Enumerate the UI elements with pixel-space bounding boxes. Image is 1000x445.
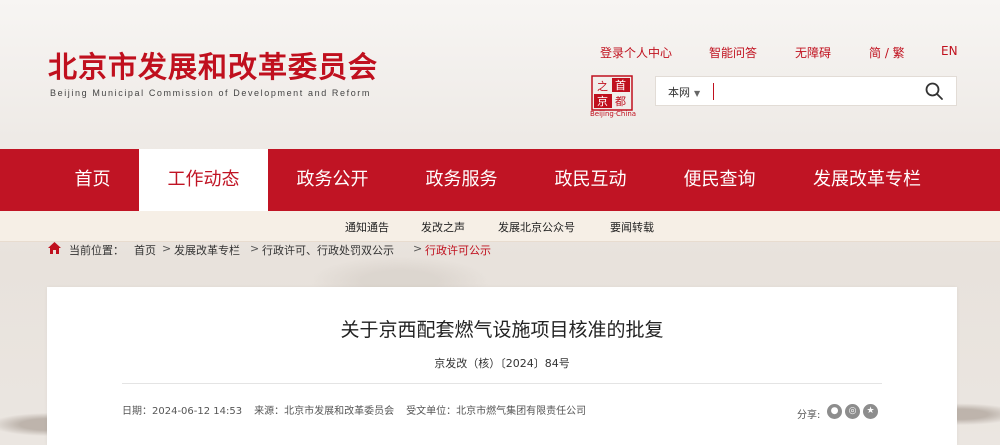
svg-text:京: 京 xyxy=(597,94,608,108)
login-link[interactable]: 登录个人中心 xyxy=(600,44,672,61)
breadcrumb-prefix: 当前位置： xyxy=(69,244,124,257)
search-scope-label: 本网 xyxy=(668,86,690,99)
weibo-share-icon[interactable]: ◎ xyxy=(845,404,860,419)
article-title: 关于京西配套燃气设施项目核准的批复 xyxy=(340,319,664,341)
breadcrumb-separator: > xyxy=(162,242,172,255)
breadcrumb-home[interactable]: 首页 xyxy=(134,242,156,258)
nav-public-query[interactable]: 便民查询 xyxy=(655,149,784,211)
site-title[interactable]: 北京市发展和改革委员会 xyxy=(48,44,378,86)
accessibility-link[interactable]: 无障碍 xyxy=(795,44,831,61)
article-date: 日期：2024-06-12 14:53 xyxy=(122,406,243,417)
simplified-traditional-link[interactable]: 简 / 繁 xyxy=(869,44,905,61)
share-label: 分享: xyxy=(797,410,821,421)
sub-nav: 通知通告 发改之声 发展北京公众号 要闻转载 xyxy=(0,211,1000,242)
nav-reform-column[interactable]: 发展改革专栏 xyxy=(784,149,950,211)
subnav-wechat-account[interactable]: 发展北京公众号 xyxy=(498,219,575,235)
main-nav: 首页 工作动态 政务公开 政务服务 政民互动 便民查询 发展改革专栏 xyxy=(0,149,1000,211)
breadcrumb-separator: > xyxy=(250,242,260,255)
search-scope-dropdown[interactable]: 本网 ▼ xyxy=(668,84,700,100)
search-icon[interactable] xyxy=(924,81,944,101)
nav-gov-services[interactable]: 政务服务 xyxy=(397,149,526,211)
english-link[interactable]: EN xyxy=(941,44,958,58)
smart-qa-link[interactable]: 智能问答 xyxy=(709,44,757,61)
breadcrumb-current[interactable]: 行政许可公示 xyxy=(425,242,491,258)
seal-caption: Beijing·China xyxy=(590,110,637,118)
svg-text:之: 之 xyxy=(597,79,608,93)
subnav-voice[interactable]: 发改之声 xyxy=(421,219,465,235)
subnav-notices[interactable]: 通知通告 xyxy=(345,219,389,235)
subnav-news-repost[interactable]: 要闻转载 xyxy=(610,219,654,235)
svg-text:都: 都 xyxy=(615,95,626,108)
article-meta: 日期：2024-06-12 14:53 来源：北京市发展和改革委员会 受文单位：北京… xyxy=(122,402,598,417)
breadcrumb-double-disclosure[interactable]: 行政许可、行政处罚双公示 xyxy=(262,242,394,258)
qzone-share-icon[interactable]: ★ xyxy=(863,404,878,419)
home-icon xyxy=(48,242,61,254)
search-bar: 本网 ▼ xyxy=(655,76,957,106)
article-source: 来源：北京市发展和改革委员会 xyxy=(254,406,395,417)
breadcrumb-reform-column[interactable]: 发展改革专栏 xyxy=(174,242,240,258)
nav-interaction[interactable]: 政民互动 xyxy=(526,149,655,211)
article-card: 关于京西配套燃气设施项目核准的批复 京发改（核）〔2024〕84号 日期：202… xyxy=(47,287,957,445)
search-input[interactable] xyxy=(718,81,922,103)
site-subtitle: Beijing Municipal Commission of Developm… xyxy=(50,88,372,98)
nav-home[interactable]: 首页 xyxy=(30,149,155,211)
search-cursor xyxy=(713,83,714,100)
document-number: 京发改（核）〔2024〕84号 xyxy=(434,357,570,370)
svg-text:首: 首 xyxy=(615,78,626,92)
nav-gov-affairs-open[interactable]: 政务公开 xyxy=(268,149,397,211)
breadcrumb-separator: > xyxy=(413,242,423,255)
wechat-share-icon[interactable]: ● xyxy=(827,404,842,419)
divider xyxy=(122,383,882,384)
nav-work-news[interactable]: 工作动态 xyxy=(139,149,268,211)
article-recipient: 受文单位：北京市燃气集团有限责任公司 xyxy=(406,406,587,417)
caret-down-icon: ▼ xyxy=(694,89,701,98)
